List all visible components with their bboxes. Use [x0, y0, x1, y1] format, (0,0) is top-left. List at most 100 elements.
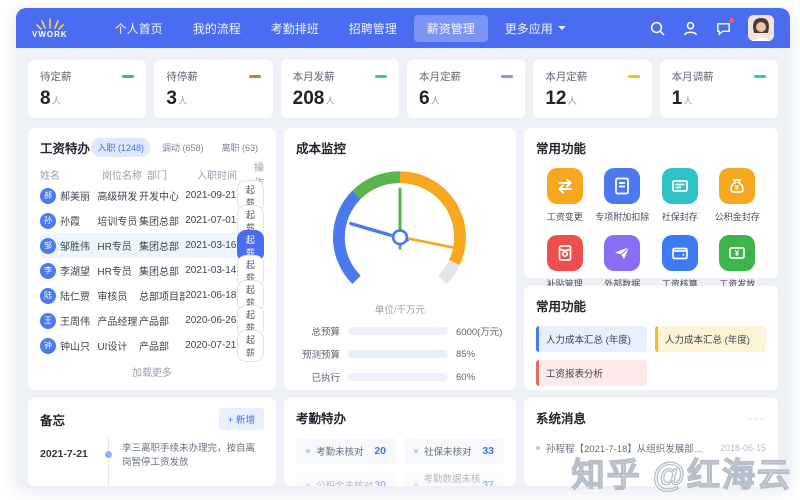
bullet-icon: [536, 446, 540, 450]
svg-text:¥: ¥: [735, 249, 740, 258]
dash-icon: [627, 75, 640, 78]
svg-text:¥: ¥: [735, 185, 739, 192]
nav-item-recruit[interactable]: 招聘管理: [336, 15, 410, 42]
stat-card-month-fixed-2: 本月定薪 12人: [533, 60, 652, 118]
payroll-tabs: 入职 (1248) 调动 (658) 离职 (63): [91, 138, 264, 157]
link-hr-cost-annual-2[interactable]: 人力成本汇总 (年度): [655, 326, 766, 352]
stat-card-stop-salary: 待停薪 3人: [154, 60, 273, 118]
table-header: 姓名 岗位名称 部门 入职时间 操作: [40, 163, 264, 189]
stat-card-month-payout: 本月发薪 208人: [280, 60, 399, 118]
avatar: 邹: [40, 237, 56, 254]
table-row-highlighted[interactable]: 邹邹胜伟 HR专员 集团总部 2021-03-16 起薪: [40, 229, 264, 262]
avatar: 郝: [40, 187, 56, 204]
count-badge: 33: [482, 445, 494, 457]
search-icon[interactable]: [649, 20, 666, 37]
start-salary-button[interactable]: 起薪: [236, 329, 264, 362]
user-icon[interactable]: [682, 20, 699, 37]
memo-entry[interactable]: 2021-7-21 李三离职手续未办理完，按自离岗暂停工资发放: [40, 438, 264, 486]
nav-item-label: 更多应用: [504, 21, 553, 36]
panel-title: 考勤特办: [296, 412, 347, 426]
dash-icon: [753, 75, 766, 78]
tab-transfer[interactable]: 调动 (658): [156, 138, 210, 157]
table-row[interactable]: 陆陆仁贾 审核员 总部项目部 2021-06-18 起薪: [40, 279, 264, 312]
table-row[interactable]: 孙孙霞 培训专员 集团总部 2021-07-01 起薪: [40, 204, 264, 237]
message-date: 2018-06-15: [719, 443, 766, 453]
link-salary-report[interactable]: 工资报表分析: [536, 360, 647, 386]
dashboard-app: VWORK 个人首页 我的流程 考勤排班 招聘管理 薪资管理 更多应用 待定薪 …: [16, 8, 790, 487]
link-hr-cost-annual-1[interactable]: 人力成本汇总 (年度): [536, 326, 647, 352]
nav-right-icons: [649, 15, 774, 41]
panel-title: 常用功能: [536, 142, 587, 156]
dash-icon: [122, 75, 135, 78]
tab-leave[interactable]: 离职 (63): [215, 138, 264, 157]
chevron-down-icon: [557, 26, 566, 30]
fn-special-deduction[interactable]: 专项附加扣除: [594, 168, 652, 223]
more-options-icon[interactable]: ···: [748, 411, 766, 425]
tab-onboard[interactable]: 入职 (1248): [91, 138, 150, 157]
memo-panel: 备忘 + 新增 2021-7-21 李三离职手续未办理完，按自离岗暂停工资发放: [28, 398, 276, 486]
fn-salary-payout[interactable]: ¥ 工资发放: [709, 235, 767, 290]
cost-monitor-panel: 成本监控 单位/千万元 总预算 6000(万元) 预测预算 85% 已执行 60…: [284, 128, 516, 390]
system-messages-panel: 系统消息 ··· 孙程程【2021-7-18】从组织发展部... 2018-06…: [524, 398, 778, 486]
document-icon: [604, 168, 641, 204]
bullet-icon: [414, 483, 418, 486]
add-memo-button[interactable]: + 新增: [218, 408, 264, 430]
count-badge: 37: [482, 479, 494, 486]
timeline-dot: [105, 451, 112, 458]
stat-label: 待定薪: [40, 71, 72, 83]
attendance-item-fund[interactable]: 公积金未核对 30: [296, 472, 396, 486]
attendance-item-check[interactable]: 考勤未核对 20: [296, 438, 396, 464]
attendance-item-data[interactable]: 考勤数据未核对 37: [404, 472, 504, 486]
message-icon[interactable]: [715, 17, 734, 37]
stat-label: 本月调薪: [671, 71, 714, 83]
system-message-item[interactable]: 孙程程【2021-7-18】从组织发展部... 2018-06-15: [536, 441, 766, 455]
fn-fund-seal[interactable]: ¥ 公积金封存: [709, 168, 767, 223]
memo-text: 李三离职手续未办理完，按自离岗暂停工资发放: [122, 443, 256, 469]
bullet-icon: [306, 483, 310, 486]
nav-item-salary[interactable]: 薪资管理: [413, 14, 488, 42]
vwork-logo[interactable]: VWORK: [32, 17, 68, 39]
payout-icon: ¥: [719, 235, 756, 271]
panel-title: 备忘: [40, 413, 66, 428]
fn-social-security-seal[interactable]: 社保封存: [651, 168, 709, 223]
timeline: [102, 438, 116, 486]
stat-card-month-fixed-1: 本月定薪 6人: [406, 60, 526, 118]
nav-item-attendance[interactable]: 考勤排班: [258, 15, 332, 42]
gauge-unit-label: 单位/千万元: [374, 305, 426, 316]
avatar: 陆: [40, 287, 56, 304]
nav-item-home[interactable]: 个人首页: [102, 15, 176, 42]
nav-item-more-apps[interactable]: 更多应用: [492, 15, 579, 42]
notification-badge: [729, 17, 734, 23]
nav-item-flows[interactable]: 我的流程: [180, 15, 254, 42]
stat-value: 3人: [166, 88, 188, 109]
quick-functions-panel: 常用功能 工资变更 专项附加扣除 社保封存 ¥ 公积金封存 补贴管理 外部数据 …: [524, 128, 778, 289]
panel-title: 常用功能: [536, 300, 587, 314]
table-row[interactable]: 钟钟山只 UI设计 产品部 2020-07-21 起薪: [40, 329, 264, 362]
stat-label: 本月定薪: [418, 71, 461, 83]
logo-text: VWORK: [32, 30, 68, 39]
table-row[interactable]: 李李湖望 HR专员 集团总部 2021-03-14 起薪: [40, 254, 264, 287]
budget-bar-executed: 已执行 60%: [311, 371, 476, 385]
fn-external-data[interactable]: 外部数据: [594, 235, 652, 290]
stat-value: 208人: [292, 88, 335, 109]
nav-menu: 个人首页 我的流程 考勤排班 招聘管理 薪资管理 更多应用: [102, 14, 649, 42]
table-row[interactable]: 王王周伟 产品经理 产品部 2020-06-26 起薪: [40, 304, 264, 337]
stat-value: 1人: [671, 88, 693, 109]
table-row[interactable]: 郝郝美丽 高级研发 开发中心 2021-09-21 起薪: [40, 179, 264, 212]
load-more-button[interactable]: 加载更多: [40, 364, 264, 379]
count-badge: 30: [374, 479, 386, 486]
fn-salary-change[interactable]: 工资变更: [536, 168, 594, 223]
wallet-icon: [661, 235, 698, 271]
fn-subsidy-mgmt[interactable]: 补贴管理: [536, 235, 594, 290]
quick-links-panel: 常用功能 人力成本汇总 (年度) 人力成本汇总 (年度) 工资报表分析: [524, 286, 778, 390]
red-packet-icon: [546, 235, 583, 271]
panel-title: 系统消息: [536, 412, 587, 426]
avatar: 钟: [40, 337, 56, 354]
top-navbar: VWORK 个人首页 我的流程 考勤排班 招聘管理 薪资管理 更多应用: [16, 8, 790, 48]
swap-arrows-icon: [546, 168, 583, 204]
attendance-item-social[interactable]: 社保未核对 33: [404, 438, 504, 464]
stat-value: 6人: [418, 88, 441, 109]
panel-title: 成本监控: [296, 142, 347, 156]
fn-salary-calc[interactable]: 工资核算: [651, 235, 709, 290]
user-avatar[interactable]: [748, 15, 774, 41]
